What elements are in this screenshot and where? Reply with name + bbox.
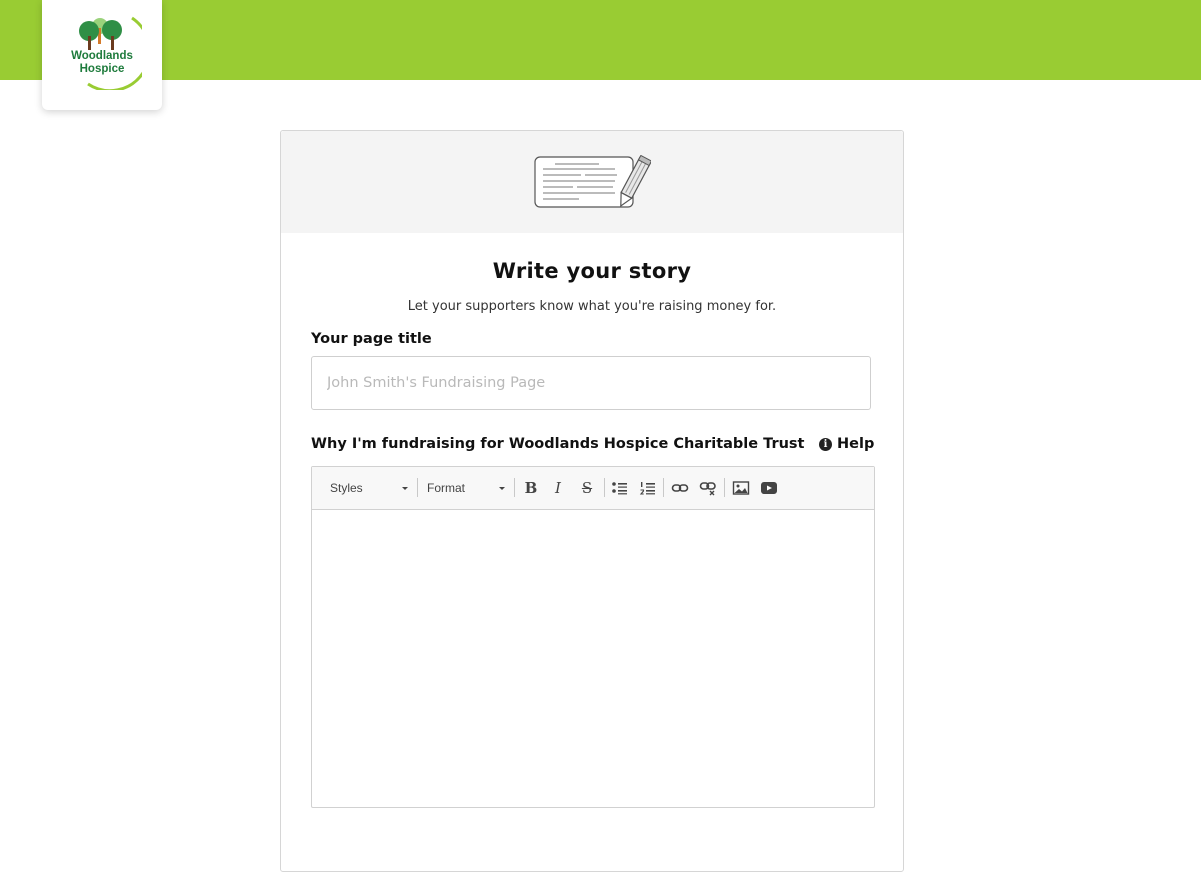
story-card-pencil-icon [534, 155, 651, 208]
page-title-label: Your page title [311, 331, 432, 347]
why-fundraising-label: Why I'm fundraising for Woodlands Hospic… [311, 436, 805, 452]
chevron-down-icon [402, 487, 408, 490]
format-dropdown-label: Format [427, 481, 466, 495]
numbered-list-icon [639, 482, 655, 495]
card-header [281, 131, 903, 233]
chevron-down-icon [499, 487, 505, 490]
write-story-card: Write your story Let your supporters kno… [280, 130, 904, 872]
bulleted-list-button[interactable] [610, 478, 630, 498]
toolbar-separator [417, 478, 418, 497]
logo-text-line2: Hospice [79, 63, 125, 75]
toolbar-separator [663, 478, 664, 497]
top-header-bar [0, 0, 1201, 80]
video-button[interactable] [759, 478, 779, 498]
bold-button[interactable]: B [521, 477, 541, 499]
styles-dropdown-label: Styles [330, 481, 363, 495]
bulleted-list-icon [612, 482, 627, 495]
logo-text-line1: Woodlands [71, 50, 133, 62]
editor-toolbar: Styles Format B I S [312, 467, 874, 510]
toolbar-separator [724, 478, 725, 497]
info-circle-icon: i [819, 437, 832, 451]
italic-button[interactable]: I [548, 477, 568, 499]
woodlands-hospice-logo[interactable]: Woodlands Hospice [42, 0, 162, 110]
image-button[interactable] [731, 478, 751, 498]
page-subtitle: Let your supporters know what you're rai… [407, 299, 777, 314]
page-title: Write your story [492, 259, 692, 283]
help-link[interactable]: i Help [819, 436, 874, 452]
styles-dropdown[interactable]: Styles [330, 477, 410, 499]
unlink-button[interactable] [698, 478, 718, 498]
image-icon [732, 481, 750, 495]
format-dropdown[interactable]: Format [427, 477, 507, 499]
numbered-list-button[interactable] [638, 478, 658, 498]
story-rich-text-editor: Styles Format B I S [311, 466, 875, 808]
page-title-input[interactable] [311, 356, 871, 410]
help-label: Help [837, 436, 875, 452]
link-icon [671, 484, 689, 492]
toolbar-separator [604, 478, 605, 497]
editor-content-area[interactable] [312, 510, 874, 807]
strikethrough-button[interactable]: S [577, 477, 597, 499]
video-icon [761, 482, 777, 494]
unlink-icon [699, 482, 716, 496]
toolbar-separator [514, 478, 515, 497]
link-button[interactable] [670, 478, 690, 498]
